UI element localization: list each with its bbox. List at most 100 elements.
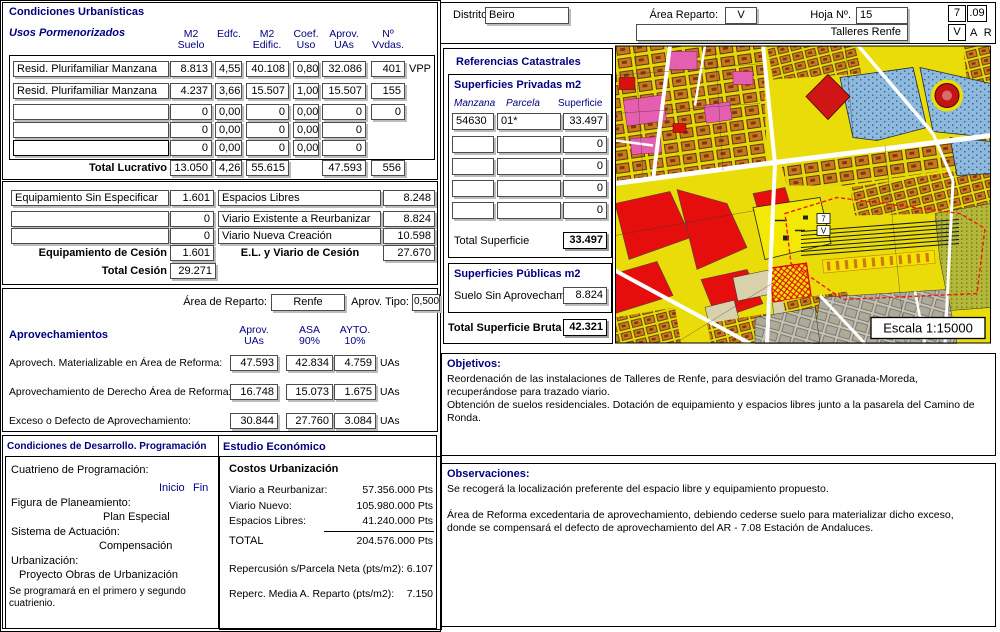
- suelo-sin-aprovecham-field[interactable]: 8.824: [563, 287, 607, 304]
- equipamiento-value-field[interactable]: 1.601: [170, 190, 214, 206]
- el-viario-cesion-field[interactable]: 27.670: [383, 245, 435, 261]
- total-edfc-field[interactable]: 4,26: [215, 160, 242, 176]
- m2-suelo-field[interactable]: 0: [170, 140, 212, 156]
- total-superficie-label: Total Superficie: [454, 235, 529, 248]
- espacios-libres-label-field[interactable]: Espacios Libres: [218, 190, 381, 206]
- hoja-field[interactable]: 15: [856, 7, 908, 24]
- equipamiento-label-field[interactable]: [11, 228, 169, 244]
- manzana-col-label: Manzana: [454, 97, 495, 110]
- aprov-uas-field[interactable]: 32.086: [322, 61, 366, 77]
- superficie-field[interactable]: 0: [563, 136, 607, 153]
- aprov-uas-field[interactable]: 0: [322, 122, 366, 138]
- figura-planeamiento-value: Plan Especial: [103, 511, 170, 524]
- total-cesion-field[interactable]: 29.271: [170, 263, 216, 279]
- superficie-field[interactable]: 0: [563, 202, 607, 219]
- m2-edific-field[interactable]: 40.108: [246, 61, 289, 77]
- manzana-field[interactable]: [452, 158, 494, 175]
- m2-suelo-field[interactable]: 0: [170, 104, 212, 120]
- edfc-field[interactable]: 0,00: [215, 104, 242, 120]
- m2-edific-field[interactable]: 15.507: [246, 83, 289, 99]
- superficie-field[interactable]: 0: [563, 180, 607, 197]
- edfc-field[interactable]: 0,00: [215, 122, 242, 138]
- total-m2-edific-field[interactable]: 55.615: [246, 160, 289, 176]
- aprov-materializable-asa-field[interactable]: 42.834: [286, 355, 333, 371]
- exceso-uas-field[interactable]: 30.844: [230, 413, 278, 429]
- viario-nuevo-value-field[interactable]: 10.598: [383, 228, 435, 244]
- m2-suelo-field[interactable]: 0: [170, 122, 212, 138]
- aprov-uas-field[interactable]: 0: [322, 104, 366, 120]
- coef-uso-field[interactable]: 1,00: [293, 83, 319, 99]
- uso-label-field[interactable]: Resid. Plurifamiliar Manzana: [13, 83, 169, 99]
- total-superficie-bruta-field[interactable]: 42.321: [563, 319, 607, 336]
- superficie-field[interactable]: 33.497: [563, 113, 607, 130]
- uso-label-field[interactable]: [13, 104, 169, 120]
- num-vvdas-field[interactable]: 155: [371, 83, 405, 99]
- total-m2-suelo-field[interactable]: 13.050: [170, 160, 212, 176]
- manzana-field[interactable]: 54630: [452, 113, 494, 130]
- total-superficie-field[interactable]: 33.497: [563, 232, 607, 249]
- viario-nuevo-value: 105.980.000 Pts: [293, 500, 433, 513]
- aprov-derecho-ayto-field[interactable]: 1.675: [334, 384, 376, 400]
- m2-edific-field[interactable]: 0: [246, 122, 289, 138]
- equipamiento-cesion-field[interactable]: 1.601: [170, 245, 214, 261]
- exceso-defecto-label: Exceso o Defecto de Aprovechamiento:: [9, 415, 191, 428]
- viario-existente-label-field[interactable]: Viario Existente a Reurbanizar: [218, 211, 381, 227]
- uso-label-field[interactable]: [13, 140, 169, 156]
- num-vvdas-field[interactable]: 401: [371, 61, 405, 77]
- espacios-libres-value-field[interactable]: 8.248: [383, 190, 435, 206]
- repercusion-parcela-value: 6.107: [333, 563, 433, 576]
- col-header-coef-uso: Coef. Uso: [286, 29, 326, 51]
- area-nombre-field[interactable]: Talleres Renfe: [636, 24, 908, 41]
- figura-planeamiento-label: Figura de Planeamiento:: [11, 497, 131, 510]
- aprov-uas-field[interactable]: 15.507: [322, 83, 366, 99]
- edfc-field[interactable]: 3,66: [215, 83, 242, 99]
- inicio-label: Inicio: [159, 482, 185, 495]
- objetivos-title: Objetivos:: [447, 358, 501, 371]
- equipamiento-value-field[interactable]: 0: [170, 211, 214, 227]
- manzana-field[interactable]: [452, 180, 494, 197]
- coef-uso-field[interactable]: 0,00: [293, 104, 319, 120]
- parcela-field[interactable]: 01*: [497, 113, 561, 130]
- edfc-field[interactable]: 0,00: [215, 140, 242, 156]
- m2-suelo-field[interactable]: 8.813: [170, 61, 212, 77]
- coef-uso-field[interactable]: 0,00: [293, 122, 319, 138]
- aprov-materializable-ayto-field[interactable]: 4.759: [334, 355, 376, 371]
- parcela-field[interactable]: [497, 136, 561, 153]
- m2-edific-field[interactable]: 0: [246, 104, 289, 120]
- parcela-field[interactable]: [497, 202, 561, 219]
- usos-pormenorizados-label: Usos Pormenorizados: [9, 27, 125, 40]
- superficie-field[interactable]: 0: [563, 158, 607, 175]
- m2-suelo-field[interactable]: 4.237: [170, 83, 212, 99]
- edfc-field[interactable]: 4,55: [215, 61, 242, 77]
- parcela-field[interactable]: [497, 158, 561, 175]
- manzana-field[interactable]: [452, 136, 494, 153]
- equipamiento-label-field[interactable]: Equipamiento Sin Especificar: [11, 190, 169, 206]
- total-aprov-field[interactable]: 47.593: [322, 160, 366, 176]
- m2-edific-field[interactable]: 0: [246, 140, 289, 156]
- total-vvdas-field[interactable]: 556: [371, 160, 405, 176]
- uso-label-field[interactable]: Resid. Plurifamiliar Manzana: [13, 61, 169, 77]
- coef-uso-field[interactable]: 0,80: [293, 61, 319, 77]
- equipamiento-label-field[interactable]: [11, 211, 169, 227]
- aprov-derecho-asa-field[interactable]: 15.073: [286, 384, 333, 400]
- viario-nuevo-label-field[interactable]: Viario Nueva Creación: [218, 228, 381, 244]
- aprov-materializable-uas-field[interactable]: 47.593: [230, 355, 278, 371]
- aprov-tipo-field[interactable]: 0,500: [412, 294, 440, 311]
- area-reparto-field[interactable]: V: [725, 7, 757, 24]
- exceso-ayto-field[interactable]: 3.084: [334, 413, 376, 429]
- costos-urbanizacion-title: Costos Urbanización: [229, 463, 338, 476]
- num-vvdas-field[interactable]: 0: [371, 104, 405, 120]
- aprov-materializable-label: Aprovech. Materializable en Área de Refo…: [9, 357, 222, 370]
- referencias-title: Referencias Catastrales: [456, 56, 581, 69]
- coef-uso-field[interactable]: 0,00: [293, 140, 319, 156]
- equipamiento-value-field[interactable]: 0: [170, 228, 214, 244]
- manzana-field[interactable]: [452, 202, 494, 219]
- superficies-privadas-title: Superficies Privadas m2: [454, 79, 581, 92]
- parcela-field[interactable]: [497, 180, 561, 197]
- aprov-derecho-uas-field[interactable]: 16.748: [230, 384, 278, 400]
- aprov-uas-field[interactable]: 0: [322, 140, 366, 156]
- exceso-asa-field[interactable]: 27.760: [286, 413, 333, 429]
- distrito-field[interactable]: Beiro: [485, 7, 569, 24]
- uso-label-field[interactable]: [13, 122, 169, 138]
- viario-existente-value-field[interactable]: 8.824: [383, 211, 435, 227]
